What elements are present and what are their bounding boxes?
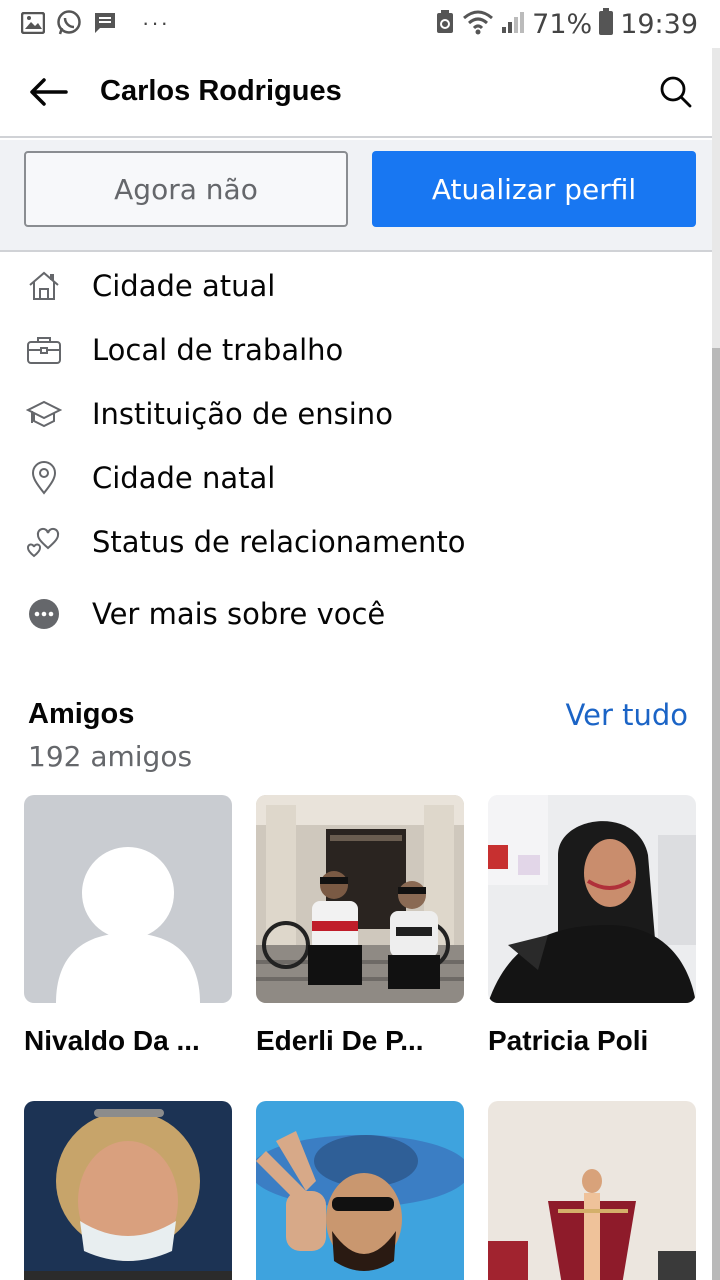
more-notifications-icon: ··· [142,10,170,35]
friend-card[interactable]: Ederli De P... [256,795,464,1057]
friend-name[interactable]: Nivaldo Da ... [24,1025,232,1057]
graduation-cap-icon [26,396,62,432]
friend-name[interactable]: Ederli De P... [256,1025,464,1057]
info-item-label: Status de relacionamento [92,525,466,559]
not-now-button[interactable]: Agora não [24,151,348,227]
top-app-bar: Carlos Rodrigues [0,48,712,138]
figurine-photo[interactable] [488,1101,696,1280]
info-item-workplace[interactable]: Local de trabalho [0,318,712,382]
battery-percent: 71% [532,9,593,40]
friends-count: 192 amigos [28,740,193,773]
back-button[interactable] [24,72,72,116]
woman-selfie-photo[interactable] [488,795,696,1003]
home-icon [26,268,62,304]
friend-card[interactable] [24,1101,232,1280]
friend-name[interactable]: Patricia Poli [488,1025,696,1057]
info-item-label: Cidade natal [92,461,276,495]
battery-icon [598,8,614,41]
clock: 19:39 [620,9,698,40]
status-bar: ··· 71% 19:39 [0,0,720,48]
message-icon [92,10,118,36]
see-all-friends-link[interactable]: Ver tudo [566,698,688,732]
whatsapp-icon [56,10,82,36]
man-hat-photo[interactable] [256,1101,464,1280]
search-icon [659,75,693,114]
recycle-icon [434,9,456,40]
update-profile-button[interactable]: Atualizar perfil [372,151,696,227]
page-title: Carlos Rodrigues [100,75,342,107]
woman-mask-photo[interactable] [24,1101,232,1280]
default-avatar-photo[interactable] [24,795,232,1003]
search-button[interactable] [654,72,698,116]
info-item-current-city[interactable]: Cidade atual [0,254,712,318]
hearts-icon [26,524,62,560]
wifi-icon [462,9,494,40]
location-pin-icon [26,460,62,496]
cyclists-photo[interactable] [256,795,464,1003]
info-item-label: Local de trabalho [92,333,344,367]
info-item-label: Instituição de ensino [92,397,393,431]
scrollbar-thumb[interactable] [712,348,720,1280]
info-item-see-more[interactable]: Ver mais sobre você [0,582,712,646]
friends-heading: Amigos [28,698,135,730]
gallery-icon [20,10,46,36]
info-item-education[interactable]: Instituição de ensino [0,382,712,446]
friend-card[interactable]: Patricia Poli [488,795,696,1057]
info-item-label: Ver mais sobre você [92,597,386,631]
briefcase-icon [26,332,62,368]
info-item-label: Cidade atual [92,269,276,303]
profile-prompt-bar: Agora não Atualizar perfil [0,140,712,252]
friend-card[interactable]: Nivaldo Da ... [24,795,232,1057]
friend-card[interactable] [256,1101,464,1280]
arrow-left-icon [28,77,68,112]
more-dots-icon [26,596,62,632]
friend-card[interactable] [488,1101,696,1280]
info-item-relationship[interactable]: Status de relacionamento [0,510,712,574]
signal-icon [500,9,526,40]
scrollbar-track[interactable] [712,48,720,1280]
info-item-hometown[interactable]: Cidade natal [0,446,712,510]
